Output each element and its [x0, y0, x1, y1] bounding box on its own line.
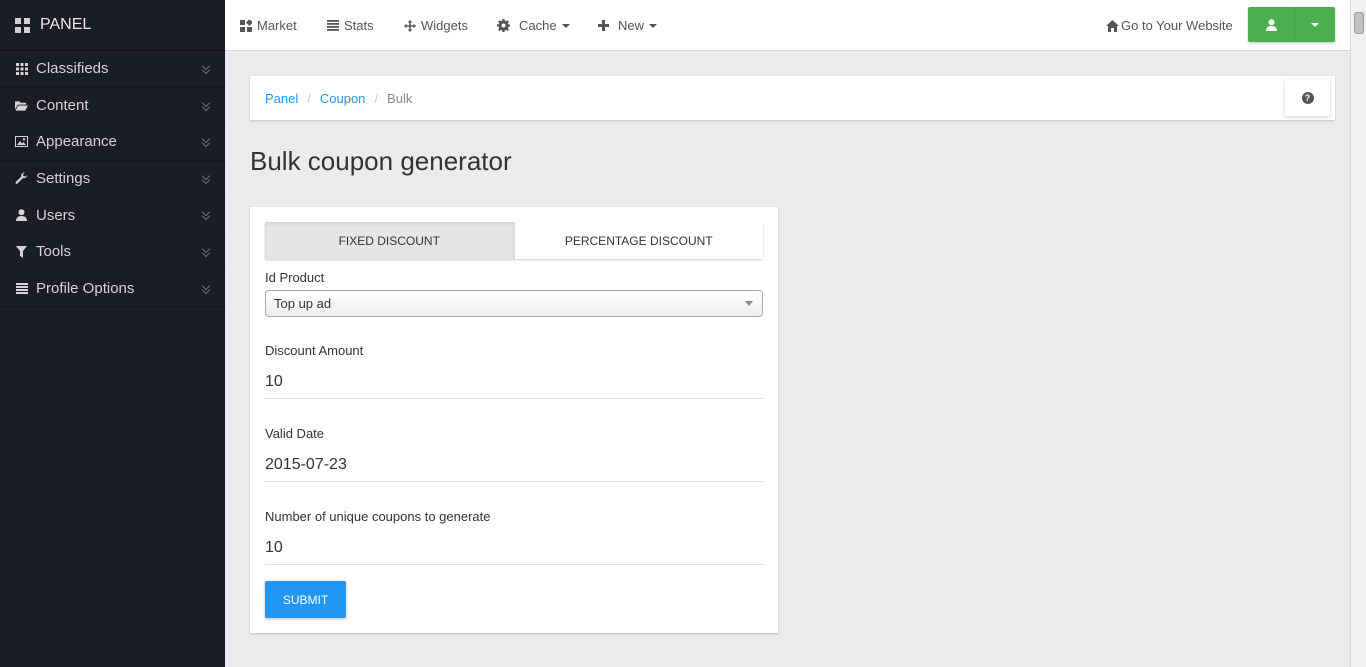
- picture-icon: [15, 135, 28, 148]
- sidebar-item-appearance[interactable]: Appearance: [0, 124, 225, 161]
- top-navbar: Market Stats Widgets Cache New Go to You…: [225, 0, 1350, 51]
- sidebar-item-tools[interactable]: Tools: [0, 234, 225, 271]
- nav-market-label: Market: [257, 18, 297, 33]
- nav-cache-label: Cache: [519, 18, 557, 33]
- page-scrollbar[interactable]: [1350, 0, 1366, 667]
- nav-cache-dropdown[interactable]: Cache: [497, 0, 570, 51]
- list-icon: [15, 282, 28, 295]
- sidebar-item-label: Users: [36, 206, 76, 224]
- go-to-website-label: Go to Your Website: [1121, 18, 1233, 33]
- sidebar: PANEL Classifieds Content Appearance Set…: [0, 0, 225, 667]
- breadcrumb: Panel / Coupon / Bulk ?: [250, 76, 1335, 120]
- discount-amount-label: Discount Amount: [265, 343, 364, 358]
- sidebar-item-label: Profile Options: [36, 279, 135, 297]
- wrench-icon: [15, 172, 28, 185]
- caret-down-icon: [561, 23, 570, 28]
- chevron-down-icon: [202, 210, 210, 220]
- discount-type-tabs: Fixed Discount Percentage Discount: [265, 222, 763, 259]
- nav-market[interactable]: Market: [240, 0, 297, 51]
- chevron-down-icon: [202, 247, 210, 257]
- dashboard-icon: [15, 17, 30, 33]
- num-coupons-label: Number of unique coupons to generate: [265, 509, 491, 524]
- chevron-down-icon: [202, 174, 210, 184]
- brand[interactable]: PANEL: [0, 0, 225, 51]
- sidebar-item-label: Settings: [36, 170, 91, 188]
- submit-button[interactable]: Submit: [265, 581, 346, 618]
- question-circle-icon: ?: [1301, 92, 1314, 104]
- plus-icon: [598, 20, 609, 31]
- nav-new-dropdown[interactable]: New: [598, 0, 658, 51]
- nav-widgets-label: Widgets: [421, 18, 468, 33]
- tab-fixed-discount[interactable]: Fixed Discount: [265, 222, 514, 259]
- sidebar-item-classifieds[interactable]: Classifieds: [0, 51, 225, 88]
- help-button[interactable]: ?: [1285, 80, 1330, 116]
- valid-date-input[interactable]: [265, 448, 763, 482]
- coupon-form-card: Fixed Discount Percentage Discount Id Pr…: [250, 207, 778, 633]
- gear-icon: [497, 19, 510, 32]
- id-product-selected-value: Top up ad: [274, 296, 332, 311]
- breadcrumb-panel[interactable]: Panel: [265, 91, 298, 106]
- scrollbar-thumb[interactable]: [1354, 12, 1364, 34]
- sidebar-item-content[interactable]: Content: [0, 88, 225, 125]
- go-to-website-link[interactable]: Go to Your Website: [1106, 0, 1233, 51]
- chevron-down-icon: [202, 101, 210, 111]
- chevron-down-icon: [202, 137, 210, 147]
- dropdown-arrow-icon: [745, 301, 753, 306]
- filter-icon: [15, 245, 28, 258]
- user-icon: [1265, 18, 1277, 31]
- page-title: Bulk coupon generator: [250, 146, 512, 176]
- puzzle-icon: [240, 19, 252, 32]
- chevron-down-icon: [202, 284, 210, 294]
- nav-widgets[interactable]: Widgets: [404, 0, 468, 51]
- move-icon: [404, 19, 416, 32]
- nav-new-label: New: [618, 18, 645, 33]
- caret-down-icon: [1311, 22, 1319, 27]
- sidebar-item-label: Appearance: [36, 133, 117, 151]
- sidebar-item-profile-options[interactable]: Profile Options: [0, 271, 225, 308]
- sidebar-item-settings[interactable]: Settings: [0, 161, 225, 198]
- id-product-label: Id Product: [265, 270, 325, 285]
- tab-percentage-discount[interactable]: Percentage Discount: [513, 222, 763, 259]
- sidebar-item-label: Classifieds: [36, 60, 109, 78]
- sidebar-item-label: Content: [36, 96, 89, 114]
- num-coupons-input[interactable]: [265, 531, 763, 565]
- nav-stats-label: Stats: [344, 18, 374, 33]
- sidebar-item-label: Tools: [36, 243, 72, 261]
- caret-down-icon: [649, 23, 658, 28]
- user-button[interactable]: [1248, 7, 1295, 42]
- user-dropdown-toggle[interactable]: [1295, 7, 1335, 42]
- home-icon: [1106, 19, 1119, 32]
- chevron-down-icon: [202, 64, 210, 74]
- breadcrumb-coupon[interactable]: Coupon: [320, 91, 366, 106]
- sidebar-item-users[interactable]: Users: [0, 197, 225, 234]
- brand-label: PANEL: [40, 16, 92, 33]
- grid-icon: [15, 62, 28, 75]
- nav-stats[interactable]: Stats: [327, 0, 374, 51]
- breadcrumb-current: Bulk: [387, 90, 413, 106]
- id-product-select[interactable]: Top up ad: [265, 290, 763, 317]
- user-icon: [15, 209, 28, 222]
- align-justify-icon: [327, 20, 339, 31]
- breadcrumb-separator: /: [307, 90, 311, 106]
- user-menu-button[interactable]: [1248, 7, 1335, 42]
- folder-open-icon: [15, 99, 28, 112]
- discount-amount-input[interactable]: [265, 365, 763, 399]
- valid-date-label: Valid Date: [265, 426, 325, 441]
- breadcrumb-separator: /: [374, 90, 379, 106]
